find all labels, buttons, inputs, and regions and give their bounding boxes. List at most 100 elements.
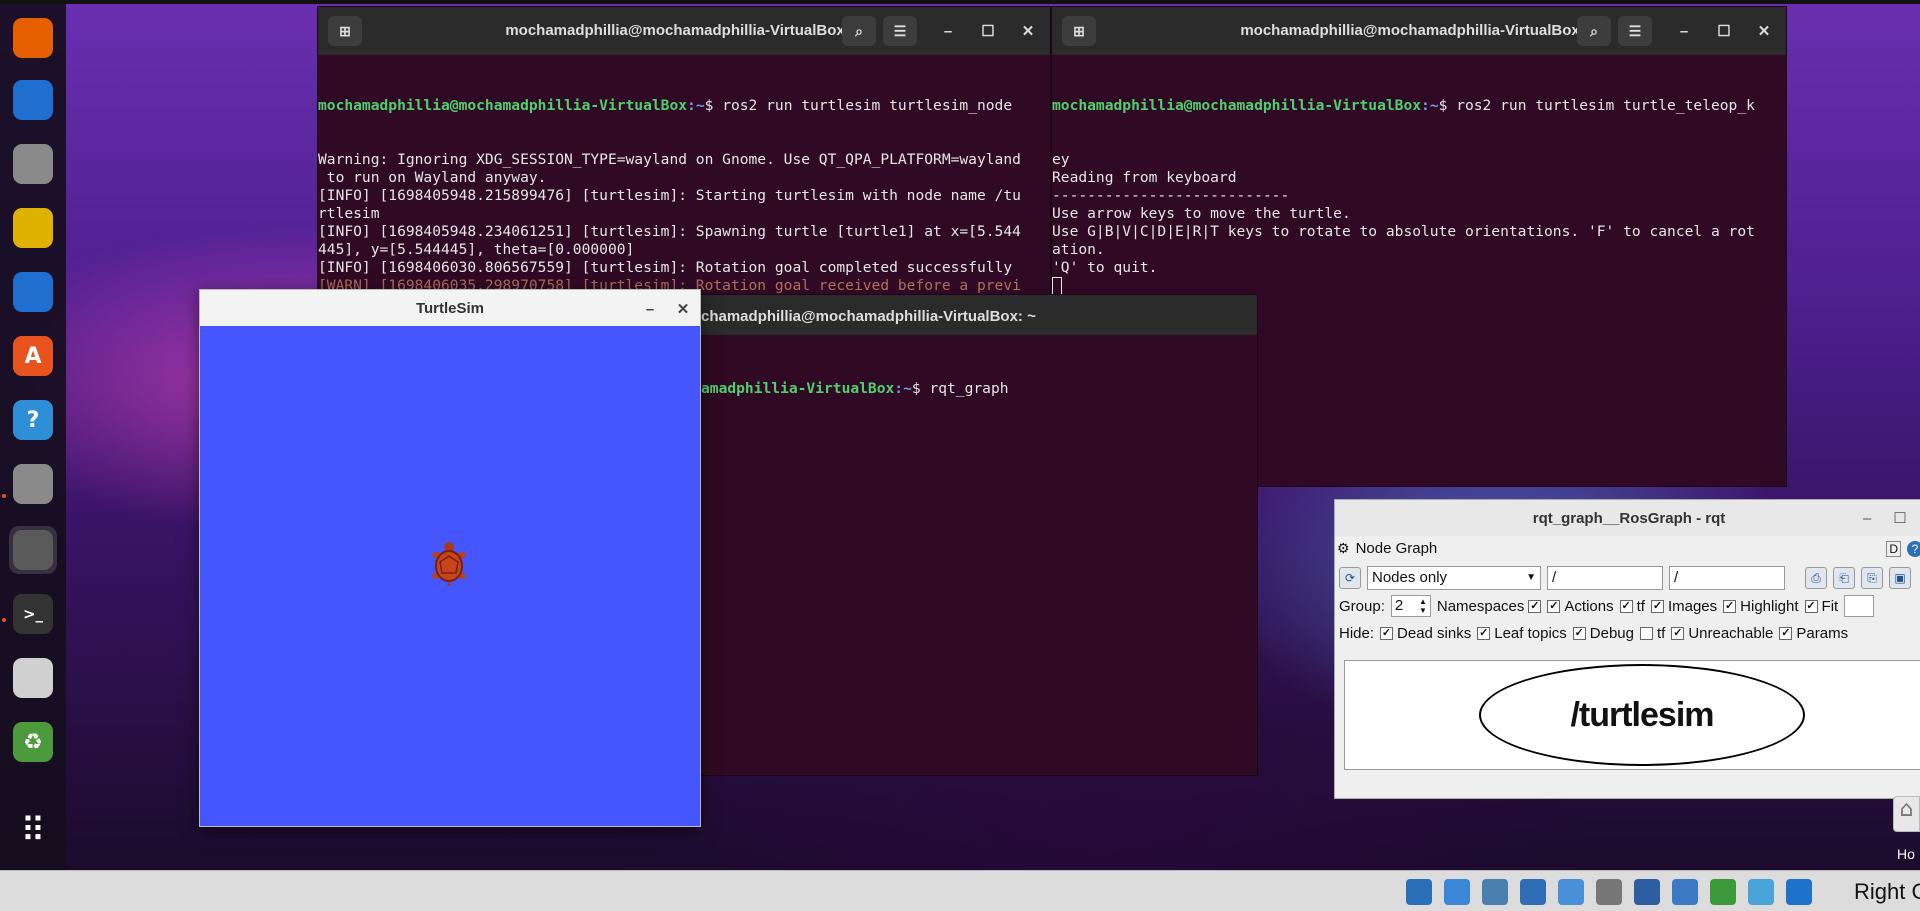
dock-item-rhythmbox[interactable] <box>9 204 57 252</box>
dock-item-terminal[interactable]: >_ <box>9 590 57 638</box>
close-button[interactable]: ✕ <box>1018 21 1038 41</box>
turtle-icon <box>432 542 466 586</box>
chevron-down-icon: ▼ <box>1526 572 1536 583</box>
vbox-tray-icon[interactable] <box>1634 879 1660 905</box>
option-tf[interactable]: tf <box>1639 625 1665 642</box>
prompt-path: :~ <box>687 97 705 114</box>
desktop-home-icon[interactable]: ⌂ <box>1893 796 1920 832</box>
minimize-button[interactable]: – <box>640 299 660 319</box>
option-fit[interactable]: ✓ Fit <box>1804 598 1838 615</box>
checkbox[interactable]: ✓ <box>1723 599 1737 613</box>
topic-filter-input[interactable]: / <box>1669 566 1785 590</box>
help-d-button[interactable]: D <box>1886 540 1901 557</box>
terminal-window-rqt-graph[interactable]: chamadphillia@mochamadphillia-VirtualBox… <box>690 294 1258 776</box>
option-highlight[interactable]: ✓ Highlight <box>1723 598 1799 615</box>
option-tf[interactable]: ✓ tf <box>1619 598 1645 615</box>
search-button[interactable]: ⌕ <box>1577 16 1611 46</box>
vbox-tray-icon[interactable] <box>1558 879 1584 905</box>
turtlesim-window[interactable]: TurtleSim – ✕ <box>199 289 701 827</box>
save-dot-icon[interactable]: ⎗ <box>1833 567 1855 589</box>
maximize-button[interactable]: ☐ <box>978 21 998 41</box>
group-spinbox[interactable]: 2 ▲ ▼ <box>1390 595 1431 617</box>
desktop-home-label: Ho <box>1897 846 1915 862</box>
dock-item-writer[interactable] <box>9 268 57 316</box>
option-images[interactable]: ✓ Images <box>1650 598 1717 615</box>
namespace-filter-input[interactable]: / <box>1547 566 1663 590</box>
close-button[interactable]: ✕ <box>1754 21 1774 41</box>
checkbox[interactable]: ✓ <box>1671 627 1685 640</box>
terminal-titlebar[interactable]: ⊞ mochamadphillia@mochamadphillia-Virtua… <box>1052 7 1786 55</box>
checkbox[interactable]: ✓ <box>1619 599 1633 613</box>
terminal-titlebar[interactable]: ⊞ mochamadphillia@mochamadphillia-Virtua… <box>318 7 1050 55</box>
checkbox[interactable]: ✓ <box>1779 627 1793 640</box>
overflow-field[interactable] <box>1844 595 1875 617</box>
search-button[interactable]: ⌕ <box>842 16 876 46</box>
plugin-gear-icon[interactable]: ⚙ <box>1337 540 1350 557</box>
search-icon: ⌕ <box>855 22 863 39</box>
terminal-output[interactable]: amadphillia-VirtualBox:~$ rqt_graph <box>691 335 1257 775</box>
hide-label: Hide: <box>1339 625 1375 642</box>
vbox-tray-icon[interactable] <box>1672 879 1698 905</box>
save-svg-icon[interactable]: ⎘ <box>1861 567 1883 589</box>
minimize-button[interactable]: – <box>1674 21 1694 41</box>
help-button[interactable]: ? <box>1907 540 1920 557</box>
checkbox[interactable]: ✓ <box>1650 599 1664 613</box>
vbox-tray-icon[interactable] <box>1710 879 1736 905</box>
dock-item-thunderbird[interactable] <box>9 76 57 124</box>
vbox-tray-icon[interactable] <box>1748 879 1774 905</box>
minimize-button[interactable]: – <box>938 21 958 41</box>
vbox-tray-icon[interactable] <box>1596 879 1622 905</box>
graph-view[interactable]: /turtlesim <box>1344 660 1920 770</box>
menu-button[interactable]: ☰ <box>883 16 917 46</box>
checkbox[interactable]: ✓ <box>1804 599 1818 613</box>
option-leaf-topics[interactable]: ✓ Leaf topics <box>1477 625 1567 642</box>
spinner-arrows-icon: ▲ ▼ <box>1418 597 1427 615</box>
save-image-icon[interactable]: ▣ <box>1889 567 1911 589</box>
graph-node[interactable]: /turtlesim <box>1479 664 1805 766</box>
maximize-button[interactable]: ☐ <box>1890 508 1910 528</box>
rqt-graph-window[interactable]: rqt_graph__RosGraph - rqt – ☐ ⚙ Node Gra… <box>1334 499 1920 799</box>
option-unreachable[interactable]: ✓ Unreachable <box>1671 625 1773 642</box>
minimize-button[interactable]: – <box>1857 508 1877 528</box>
vbox-tray-icon[interactable] <box>1406 879 1432 905</box>
show-apps-icon[interactable]: ⠿ <box>14 812 52 850</box>
option-params[interactable]: ✓ Params <box>1779 625 1848 642</box>
option-dead-sinks[interactable]: ✓ Dead sinks <box>1380 625 1471 642</box>
checkbox[interactable]: ✓ <box>1547 599 1561 613</box>
filter-row: ⟳ Nodes only ▼ / / ⎙ ⎗ ⎘ ▣ <box>1339 566 1911 590</box>
refresh-icon[interactable]: ⟳ <box>1339 567 1361 589</box>
option-actions[interactable]: ✓ Actions <box>1547 598 1614 615</box>
dock-item-settings[interactable] <box>9 460 57 508</box>
vbox-tray-icon[interactable] <box>1520 879 1546 905</box>
checkbox[interactable]: ✓ <box>1528 599 1542 613</box>
checkbox[interactable]: ✓ <box>1572 627 1586 640</box>
load-dot-icon[interactable]: ⎙ <box>1805 567 1827 589</box>
close-button[interactable]: ✕ <box>673 299 693 319</box>
dock-item-software[interactable]: A <box>9 332 57 380</box>
graph-type-select[interactable]: Nodes only ▼ <box>1367 566 1541 590</box>
option-namespaces[interactable]: Namespaces ✓ <box>1437 598 1542 615</box>
terminal-window-turtlesim-node[interactable]: ⊞ mochamadphillia@mochamadphillia-Virtua… <box>317 6 1051 334</box>
vbox-tray-icon[interactable] <box>1444 879 1470 905</box>
trash-icon: ♻ <box>13 722 53 762</box>
checkbox[interactable]: ✓ <box>1380 627 1394 640</box>
plugin-label: Node Graph <box>1355 540 1438 557</box>
dock-item-trash[interactable]: ♻ <box>9 718 57 766</box>
vbox-tray-icon[interactable] <box>1786 879 1812 905</box>
vbox-tray-icon[interactable] <box>1482 879 1508 905</box>
checkbox[interactable] <box>1639 627 1653 640</box>
dock-item-firefox[interactable] <box>9 14 57 62</box>
dock-item-help[interactable]: ? <box>9 396 57 444</box>
dock-item-files[interactable] <box>9 140 57 188</box>
option-debug[interactable]: ✓ Debug <box>1572 625 1634 642</box>
rqt-titlebar[interactable]: rqt_graph__RosGraph - rqt – ☐ <box>1335 500 1920 536</box>
turtlesim-titlebar[interactable]: TurtleSim – ✕ <box>200 290 700 326</box>
terminal-titlebar[interactable]: chamadphillia@mochamadphillia-VirtualBox… <box>691 295 1257 335</box>
prompt-user: amadphillia-VirtualBox <box>701 380 895 397</box>
dock-item-disc[interactable] <box>9 654 57 702</box>
checkbox[interactable]: ✓ <box>1477 627 1491 640</box>
menu-button[interactable]: ☰ <box>1618 16 1652 46</box>
dock-item-tools[interactable] <box>9 526 57 574</box>
group-label: Group: <box>1339 597 1385 615</box>
maximize-button[interactable]: ☐ <box>1714 21 1734 41</box>
